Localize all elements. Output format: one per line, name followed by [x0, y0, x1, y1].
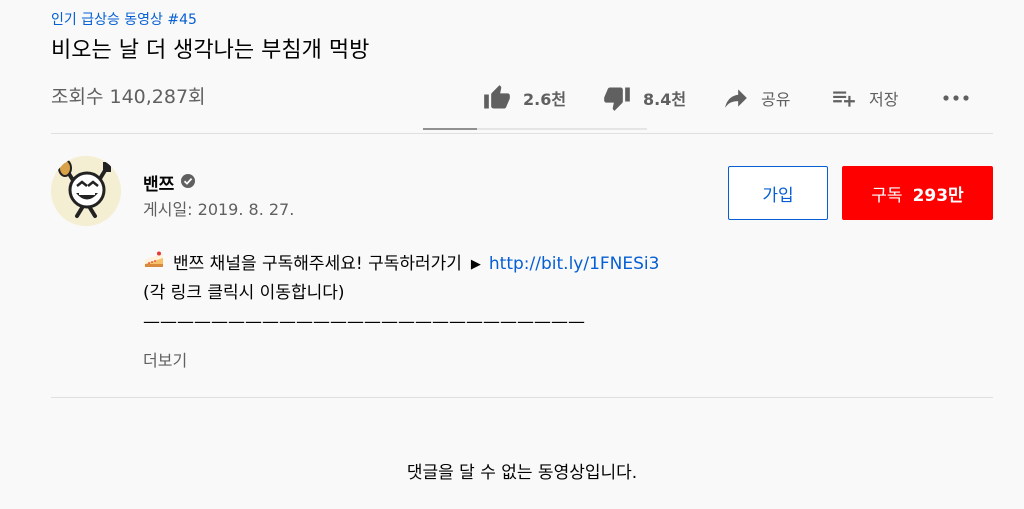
share-arrow-icon: [723, 85, 749, 111]
description-text: 밴쯔 채널을 구독해주세요! 구독하러가기: [173, 254, 462, 274]
channel-avatar[interactable]: [51, 156, 121, 226]
like-button[interactable]: 2.6천: [483, 84, 603, 112]
share-button[interactable]: 공유: [723, 85, 831, 111]
avatar-logo-icon: [51, 156, 121, 226]
like-count: 2.6천: [523, 90, 567, 109]
share-label: 공유: [761, 90, 791, 109]
actions-divider: [51, 133, 993, 134]
save-label: 저장: [869, 90, 899, 109]
channel-name[interactable]: 밴쯔: [143, 170, 174, 195]
description-link[interactable]: http://bit.ly/1FNESi3: [489, 250, 660, 279]
description-arrow: ▶: [470, 257, 481, 272]
video-title: 비오는 날 더 생각나는 부침개 먹방: [51, 38, 370, 63]
dislike-count: 8.4천: [643, 90, 687, 109]
save-button[interactable]: 저장: [831, 85, 941, 111]
thumbs-down-icon: [603, 84, 631, 112]
description-divider: [51, 397, 993, 398]
comments-disabled-message: 댓글을 달 수 없는 동영상입니다.: [406, 463, 638, 483]
subscribe-button[interactable]: 구독 293만: [842, 166, 993, 220]
verified-check-icon: [180, 173, 196, 193]
description-line-1: 밴쯔 채널을 구독해주세요! 구독하러가기 ▶ http://bit.ly/1F…: [143, 250, 659, 279]
subscriber-count: 293만: [912, 185, 964, 206]
playlist-add-icon: [831, 85, 857, 111]
description-line-2: (각 링크 클릭시 이동합니다): [143, 283, 345, 303]
more-actions-button[interactable]: [941, 93, 971, 103]
description-line-3: ——————————————————————————: [143, 312, 585, 332]
subscribe-label: 구독: [871, 185, 903, 206]
show-more-button[interactable]: 더보기: [143, 347, 187, 371]
video-actions: 2.6천 8.4천 공유 저장: [483, 80, 971, 116]
channel-name-row: 밴쯔: [143, 170, 196, 195]
view-count: 조회수 140,287회: [51, 86, 206, 108]
sentiment-bar-fill: [423, 128, 477, 130]
join-label: 가입: [762, 185, 794, 206]
more-horizontal-icon: [941, 93, 971, 103]
cake-emoji-icon: [143, 250, 165, 280]
trending-tag-link[interactable]: 인기 급상승 동영상 #45: [51, 9, 197, 29]
thumbs-up-icon: [483, 84, 511, 112]
publish-date: 게시일: 2019. 8. 27.: [143, 200, 295, 219]
sentiment-bar: [423, 128, 647, 130]
dislike-button[interactable]: 8.4천: [603, 84, 723, 112]
video-description: 밴쯔 채널을 구독해주세요! 구독하러가기 ▶ http://bit.ly/1F…: [143, 250, 659, 337]
join-button[interactable]: 가입: [728, 166, 828, 220]
